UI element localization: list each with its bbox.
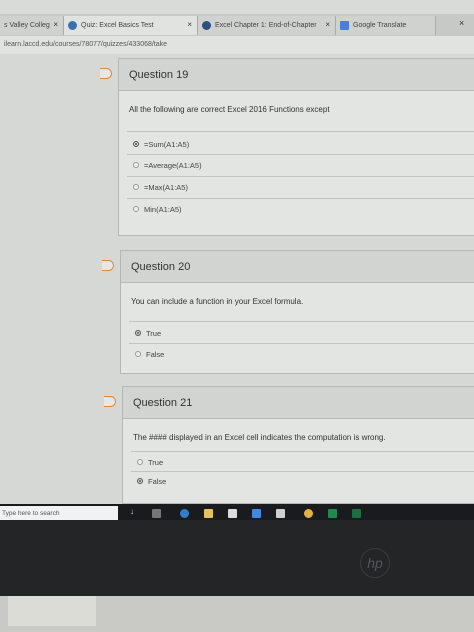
paper-on-desk: [8, 596, 96, 626]
taskbar-search-input[interactable]: Type here to search: [0, 506, 118, 520]
radio-selected[interactable]: [133, 141, 139, 147]
answer-option[interactable]: True: [135, 323, 161, 343]
spreadsheet-app-icon[interactable]: [328, 509, 337, 518]
question-prompt: All the following are correct Excel 2016…: [129, 105, 330, 114]
flag-question-icon[interactable]: [104, 396, 116, 407]
divider: [127, 131, 474, 132]
edge-browser-icon[interactable]: [180, 509, 189, 518]
flag-question-icon[interactable]: [102, 260, 114, 271]
address-bar[interactable]: ilearn.laccd.edu/courses/78077/quizzes/4…: [0, 36, 474, 54]
question-title: Question 19: [119, 59, 474, 91]
radio-button[interactable]: [133, 184, 139, 190]
answer-option[interactable]: True: [137, 452, 163, 472]
question-title: Question 21: [123, 387, 474, 419]
hp-logo-icon: hp: [360, 548, 390, 578]
answer-label: =Average(A1:A5): [144, 160, 202, 170]
divider: [131, 471, 474, 472]
tab-excel-chapter[interactable]: Excel Chapter 1: End-of-Chapter ×: [198, 16, 336, 35]
radio-selected[interactable]: [137, 478, 143, 484]
close-icon[interactable]: ×: [53, 20, 58, 29]
mail-icon[interactable]: [276, 509, 285, 518]
question-21: Question 21 The #### displayed in an Exc…: [122, 386, 474, 504]
tab-bar: s Valley Colleg × Quiz: Excel Basics Tes…: [0, 14, 474, 36]
excel-icon[interactable]: [352, 509, 361, 518]
translate-icon: [340, 21, 349, 30]
store-icon[interactable]: [228, 509, 237, 518]
answer-option[interactable]: =Max(A1:A5): [133, 177, 188, 197]
tab-quiz-excel-basics[interactable]: Quiz: Excel Basics Test ×: [64, 16, 198, 35]
search-icon: [202, 21, 211, 30]
microphone-icon[interactable]: ↓: [130, 507, 139, 516]
answer-label: True: [148, 457, 164, 467]
answer-option[interactable]: False: [137, 471, 166, 491]
window-close-icon[interactable]: ×: [459, 18, 464, 28]
quiz-content: Question 19 All the following are correc…: [0, 54, 474, 504]
divider: [129, 321, 474, 322]
close-icon[interactable]: ×: [325, 20, 330, 29]
dropbox-icon[interactable]: [252, 509, 261, 518]
radio-selected[interactable]: [135, 330, 141, 336]
answer-option[interactable]: Min(A1:A5): [133, 199, 182, 219]
answer-label: Min(A1:A5): [144, 204, 182, 214]
question-19: Question 19 All the following are correc…: [118, 58, 474, 236]
answer-option[interactable]: False: [135, 344, 164, 364]
answer-label: =Max(A1:A5): [144, 182, 188, 192]
radio-button[interactable]: [135, 351, 141, 357]
answer-label: False: [148, 476, 167, 486]
file-explorer-icon[interactable]: [204, 509, 213, 518]
chrome-icon[interactable]: [304, 509, 313, 518]
answer-option[interactable]: =Sum(A1:A5): [133, 134, 189, 154]
radio-button[interactable]: [137, 459, 143, 465]
tab-label: Quiz: Excel Basics Test: [81, 22, 154, 29]
question-prompt: You can include a function in your Excel…: [131, 297, 304, 306]
task-view-icon[interactable]: [152, 509, 161, 518]
tab-label: Google Translate: [353, 22, 407, 29]
tab-google-translate[interactable]: Google Translate: [336, 16, 436, 35]
radio-button[interactable]: [133, 206, 139, 212]
divider: [131, 451, 474, 452]
question-title: Question 20: [121, 251, 474, 283]
canvas-icon: [68, 21, 77, 30]
screen: s Valley Colleg × Quiz: Excel Basics Tes…: [0, 0, 474, 520]
taskbar: Type here to search ↓: [0, 504, 474, 520]
answer-label: False: [146, 349, 165, 359]
divider: [129, 343, 474, 344]
tab-label: s Valley Colleg: [4, 22, 50, 29]
flag-question-icon[interactable]: [100, 68, 112, 79]
radio-button[interactable]: [133, 162, 139, 168]
answer-option[interactable]: =Average(A1:A5): [133, 155, 202, 175]
answer-label: =Sum(A1:A5): [144, 139, 190, 149]
close-icon[interactable]: ×: [187, 20, 192, 29]
answer-label: True: [146, 328, 162, 338]
question-20: Question 20 You can include a function i…: [120, 250, 474, 374]
tab-valley-college[interactable]: s Valley Colleg ×: [0, 16, 64, 35]
tab-label: Excel Chapter 1: End-of-Chapter: [215, 22, 317, 29]
question-prompt: The #### displayed in an Excel cell indi…: [133, 433, 386, 442]
